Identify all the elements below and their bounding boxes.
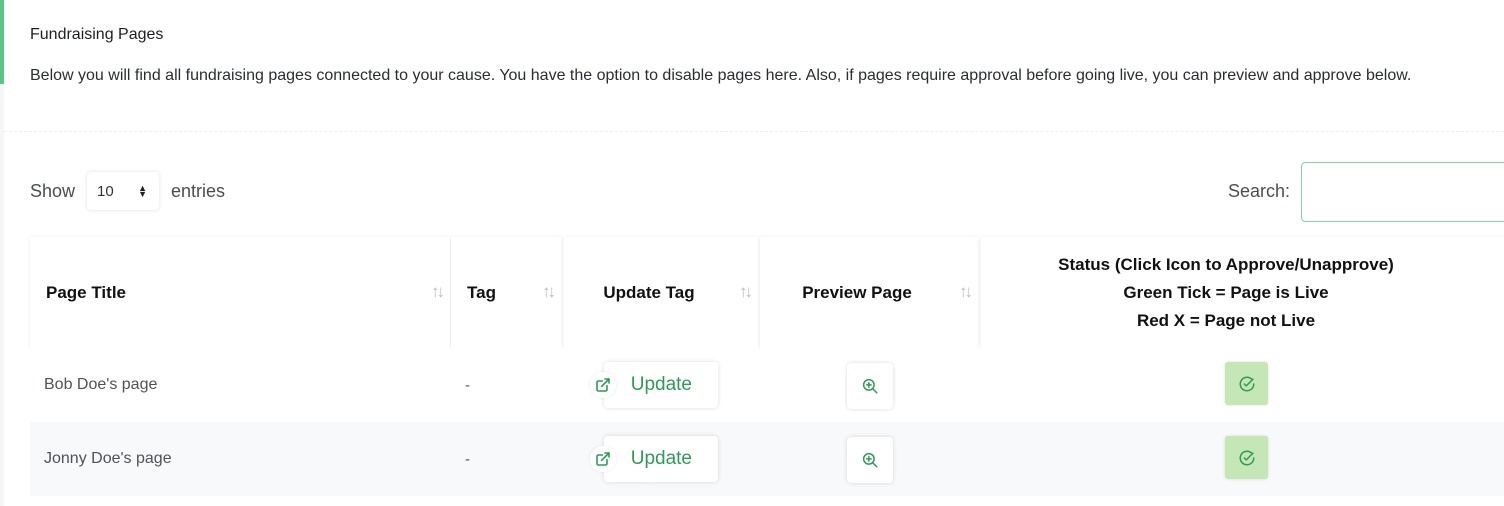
page-title-cell: Bob Doe's page [44,376,158,393]
external-link-icon[interactable] [590,372,616,398]
check-circle-icon [1239,450,1254,465]
fundraising-pages-screen: Fundraising Pages Below you will find al… [0,0,1504,506]
section-header: Fundraising Pages Below you will find al… [4,0,1504,132]
tag-cell: - [465,450,470,468]
column-header-update-tag[interactable]: Update Tag ↑↓ [564,237,758,348]
zoom-in-icon [862,378,878,394]
header-label: Update Tag [603,282,695,302]
entries-length-control: Show 10 ▲ ▼ entries [30,172,225,210]
page-title-cell: Jonny Doe's page [44,450,172,467]
update-tag-button[interactable]: Update [604,436,718,482]
section-title: Fundraising Pages [30,26,164,43]
header-label: Preview Page [802,282,912,302]
sort-icon: ↑↓ [431,282,445,301]
status-header-line: Status (Click Icon to Approve/Unapprove) [1058,254,1394,274]
section-description: Below you will find all fundraising page… [30,67,1412,84]
status-header-text: Status (Click Icon to Approve/Unapprove)… [981,251,1504,335]
table-row: Bob Doe's page - Update [30,348,1504,422]
entries-select[interactable]: 10 ▲ ▼ [87,172,160,210]
header-label: Page Title [46,282,126,302]
length-suffix: entries [171,180,226,201]
select-caret-icon: ▲ ▼ [138,183,148,199]
external-link-icon[interactable] [590,446,616,472]
status-header-line: Red X = Page not Live [1136,310,1316,330]
approve-status-button[interactable] [1225,362,1268,405]
column-header-status[interactable]: Status (Click Icon to Approve/Unapprove)… [981,237,1504,348]
sort-icon: ↑↓ [739,282,753,301]
sort-icon: ↑↓ [959,282,973,301]
column-header-page-title[interactable]: Page Title ↑↓ [30,237,450,348]
sort-icon: ↑↓ [542,282,556,301]
status-header-line: Green Tick = Page is Live [1123,282,1329,302]
entries-select-value: 10 [97,182,114,200]
preview-page-button[interactable] [847,437,893,483]
check-circle-icon [1239,376,1254,391]
zoom-in-icon [862,452,878,468]
column-header-tag[interactable]: Tag ↑↓ [451,237,561,348]
length-prefix: Show [30,180,76,201]
search-label: Search: [1228,181,1291,201]
table-row: Jonny Doe's page - Update [30,422,1504,496]
column-header-preview-page[interactable]: Preview Page ↑↓ [760,237,978,348]
search-input[interactable] [1301,162,1504,222]
tag-cell: - [465,376,470,394]
preview-page-button[interactable] [847,363,893,409]
approve-status-button[interactable] [1225,436,1268,479]
update-tag-button[interactable]: Update [604,362,718,408]
fundraising-pages-table: Page Title ↑↓ Tag ↑↓ Update Tag ↑↓ Previ… [30,237,1504,506]
